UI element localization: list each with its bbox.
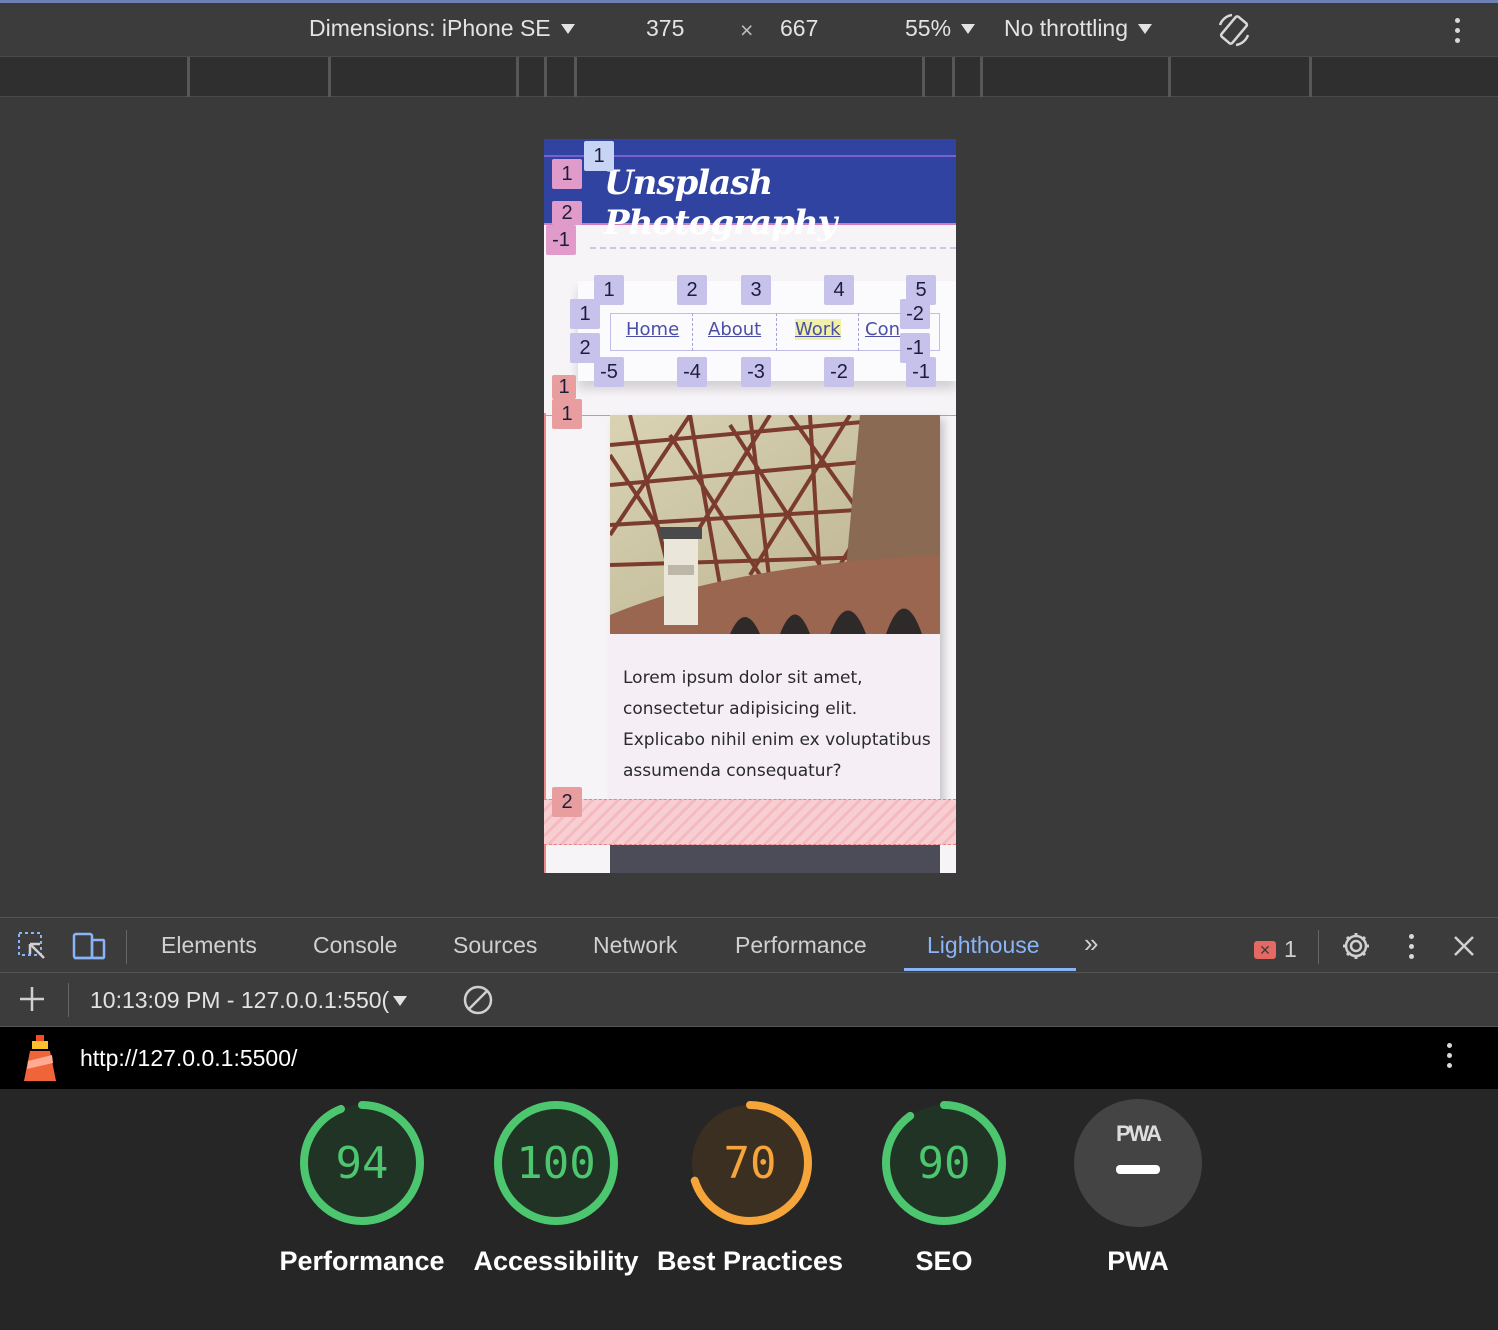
throttling-value: No throttling xyxy=(1004,15,1129,41)
site-title: Unsplash Photography xyxy=(604,163,837,243)
grid-col-badge: 2 xyxy=(677,275,707,305)
score-gauge[interactable]: 90 xyxy=(874,1093,1014,1233)
error-icon: ✕ xyxy=(1254,940,1276,959)
device-toolbar: Dimensions: iPhone SE 375 × 667 55% No t… xyxy=(0,3,1498,57)
chevron-down-icon xyxy=(560,23,575,34)
grid-row-badge: -1 xyxy=(546,225,576,255)
height-input[interactable]: 667 xyxy=(780,15,818,42)
nav-link-work[interactable]: Work xyxy=(795,319,841,340)
errors-indicator[interactable]: ✕ 1 xyxy=(1254,936,1297,963)
more-options-icon[interactable] xyxy=(1447,1043,1453,1068)
grid-divider xyxy=(590,247,956,249)
zoom-value: 55% xyxy=(905,15,952,41)
score-label: Best Practices xyxy=(656,1246,844,1276)
score-value: 70 xyxy=(723,1137,777,1189)
nav-link-about[interactable]: About xyxy=(708,319,761,340)
grid-col-badge: -3 xyxy=(741,357,771,387)
tab-console[interactable]: Console xyxy=(313,932,397,959)
grid-row-badge: 1 xyxy=(570,299,600,329)
grid-row-badge: -2 xyxy=(900,299,930,329)
report-time: 10:13:09 PM - 127.0.0.1:550( xyxy=(90,987,390,1013)
dimensions-label: Dimensions: iPhone SE xyxy=(309,15,551,41)
media-query-ruler[interactable] xyxy=(0,57,1498,97)
pwa-gauge[interactable]: PWA xyxy=(1068,1093,1208,1233)
plus-icon[interactable] xyxy=(18,985,46,1013)
lighthouse-scores: 94 Performance 100 Accessibility 70 Best Prac… xyxy=(0,1089,1498,1330)
chevron-down-icon xyxy=(961,23,976,34)
clear-icon[interactable] xyxy=(462,984,494,1016)
score-value: 90 xyxy=(917,1137,971,1189)
tab-lighthouse[interactable]: Lighthouse xyxy=(927,932,1040,959)
lighthouse-logo-icon xyxy=(24,1035,56,1081)
more-tabs-icon[interactable]: » xyxy=(1084,928,1098,959)
inspect-element-icon[interactable] xyxy=(16,930,48,962)
pwa-badge: PWA xyxy=(1115,1121,1162,1146)
grid-row-badge: 1 xyxy=(552,399,582,429)
chevron-down-icon xyxy=(1138,23,1153,34)
devtools-tabbar: Elements Console Sources Network Perform… xyxy=(0,917,1498,973)
width-input[interactable]: 375 xyxy=(646,15,684,42)
score-label: Accessibility xyxy=(473,1246,639,1276)
grid-gap xyxy=(544,799,956,845)
photo-card[interactable]: Lorem ipsum dolor sit amet, consectetur … xyxy=(610,415,940,807)
grid-col-badge: 4 xyxy=(824,275,854,305)
bridge-photo xyxy=(610,415,940,634)
grid-row-badge: 2 xyxy=(552,787,582,817)
dimensions-select[interactable]: Dimensions: iPhone SE xyxy=(309,15,575,42)
score-gauge[interactable]: 94 xyxy=(292,1093,432,1233)
error-count: 1 xyxy=(1284,936,1297,962)
rotate-icon[interactable] xyxy=(1214,11,1254,51)
times-icon: × xyxy=(740,17,754,43)
nav-link-contact[interactable]: Con xyxy=(865,319,900,340)
score-label: Performance xyxy=(279,1246,445,1276)
throttling-select[interactable]: No throttling xyxy=(1004,15,1153,42)
tab-sources[interactable]: Sources xyxy=(453,932,537,959)
tab-performance[interactable]: Performance xyxy=(735,932,867,959)
settings-gear-icon[interactable] xyxy=(1340,930,1372,962)
lighthouse-toolbar: 10:13:09 PM - 127.0.0.1:550( xyxy=(0,973,1498,1027)
grid-col-badge: 1 xyxy=(552,375,576,399)
more-options-icon[interactable] xyxy=(1455,18,1461,43)
device-toolbar-icon[interactable] xyxy=(72,930,108,962)
grid-col-badge: -4 xyxy=(677,357,707,387)
grid-col-badge: -1 xyxy=(906,357,936,387)
score-value: 100 xyxy=(516,1137,596,1189)
score-label: SEO xyxy=(915,1246,973,1276)
report-select[interactable]: 10:13:09 PM - 127.0.0.1:550( xyxy=(90,987,408,1014)
tab-network[interactable]: Network xyxy=(593,932,677,959)
report-url-bar: http://127.0.0.1:5500/ xyxy=(0,1027,1498,1089)
photo-card[interactable] xyxy=(610,845,940,873)
more-options-icon[interactable] xyxy=(1409,934,1415,959)
score-gauge[interactable]: 70 xyxy=(680,1093,820,1233)
grid-col-badge: 3 xyxy=(741,275,771,305)
card-text: Lorem ipsum dolor sit amet, consectetur … xyxy=(623,668,931,781)
grid-row-badge: 2 xyxy=(552,201,582,225)
devtools-window: Dimensions: iPhone SE 375 × 667 55% No t… xyxy=(0,0,1498,1330)
report-url: http://127.0.0.1:5500/ xyxy=(80,1045,298,1071)
grid-col-badge: -5 xyxy=(594,357,624,387)
grid-col-badge: 1 xyxy=(584,141,614,171)
grid-row-badge: 1 xyxy=(552,159,582,189)
device-viewport[interactable]: Unsplash Photography Home About Work Con… xyxy=(544,139,956,873)
nav-link-home[interactable]: Home xyxy=(626,319,679,340)
score-value: 94 xyxy=(335,1137,389,1189)
zoom-select[interactable]: 55% xyxy=(905,15,976,42)
chevron-down-icon xyxy=(393,995,408,1006)
grid-col-badge: -2 xyxy=(824,357,854,387)
score-label: PWA xyxy=(1107,1246,1169,1276)
score-gauge[interactable]: 100 xyxy=(486,1093,626,1233)
close-icon[interactable] xyxy=(1452,934,1476,958)
tab-elements[interactable]: Elements xyxy=(161,932,257,959)
